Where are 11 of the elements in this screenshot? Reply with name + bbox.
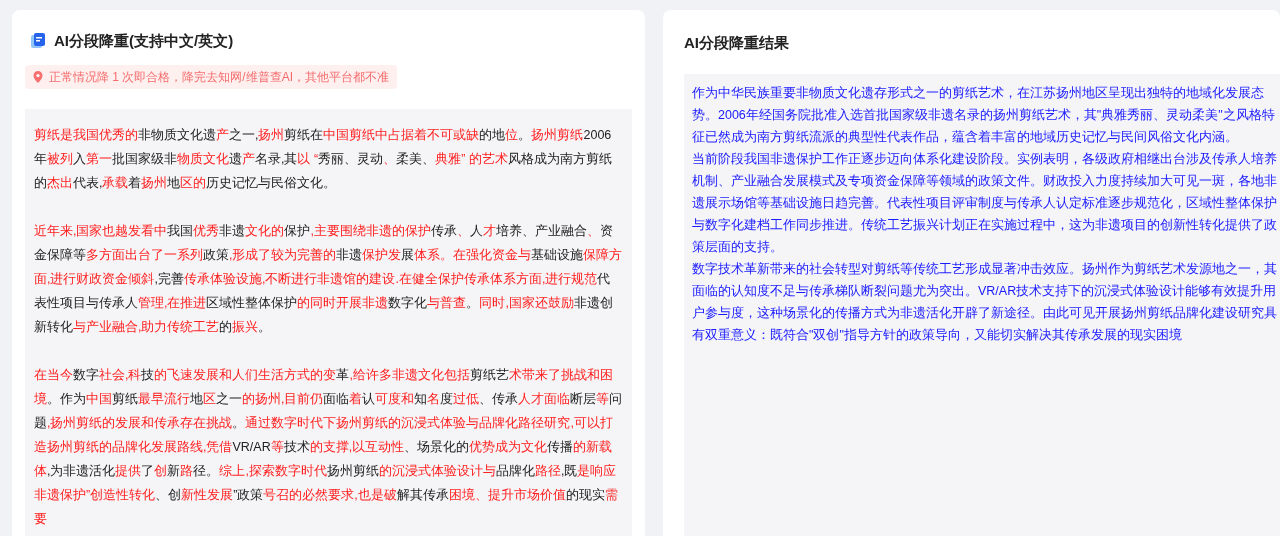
document-icon: [30, 33, 46, 50]
panel-title: AI分段降重结果: [684, 33, 790, 53]
pin-icon: [33, 70, 43, 83]
result-paragraph: 作为中华民族重要非物质文化遗存形式之一的剪纸艺术，在江苏扬州地区呈现出独特的地域化发展态势。2006年经国务院批准入选首批国家级非遗名录的扬州剪纸艺术，其"典雅秀丽、灵动柔美"之风格特征已然成为南方剪纸流派的典型性代表作品，蕴含着丰富的地域历史记忆与民间风俗文化内涵。: [692, 84, 1276, 146]
panel-title: AI分段降重(支持中文/英文): [54, 31, 234, 51]
input-paragraph: 剪纸是我国优秀的非物质文化遗产之一,扬州剪纸在中国剪纸中占据着不可或缺的地位。扬州剪纸2006 年被列入第一批国家级非物质文化遗产名录,其以 “秀丽、灵动、柔美、典雅” 的艺术风格成为南方剪纸的杰出代表,承载着扬州地区的历史记忆与民俗文化。: [34, 126, 613, 192]
result-paragraph: 数字技术革新带来的社会转型对剪纸等传统工艺形成显著冲击效应。扬州作为剪纸艺术发源地之一，其面临的认知度不足与传承梯队断裂问题尤为突出。VR/AR技术支持下的沉浸式体验设计能够有效提升用户参与度，这种场景化的传播方式为非遗活化开辟了新途径。由此可见开展扬州剪纸品牌化建设研究具有双重意义：既符合"双创"指导方针的政策导向，又能切实解决其传承发展的现实困境: [692, 260, 1278, 344]
input-paragraph: 近年来,国家也越发看中我国优秀非遗文化的保护,主要围绕非遗的保护传承、人才培养、产业融合、资金保障等多方面出台了一系列政策,形成了较为完善的非遗保护发展体系。在强化资金与基础设施保障方面,进行财政资金倾斜,完善传承体验设施,不断进行非遗馆的建设.在健全保护传承体系方面,进行规范代表性项目与传承人管理,在推进区域性整体保护的同时开展非遗数字化与普查。同时,国家还鼓励非遗创新转化与产业融合,助力传统工艺的振兴。: [34, 222, 623, 336]
result-paragraph: 当前阶段我国非遗保护工作正逐步迈向体系化建设阶段。实例表明，各级政府相继出台涉及传承人培养机制、产业融合发展模式及专项资金保障等领域的政策文件。财政投入力度持续加大可见一斑，各地非遗展示场馆等基础设施日趋完善。代表性项目评审制度与传承人认定标准逐步规范化，区域性整体保护与数字化建档工作同步推进。传统工艺振兴计划正在实施过程中，这为非遗项目的创新性转化提供了政策层面的支持。: [692, 150, 1278, 256]
input-paragraph: 在当今数字社会,科技的飞速发展和人们生活方式的变革,给许多非遗文化包括剪纸艺术带来了挑战和困境。作为中国剪纸最早流行地区之一的扬州,目前仍面临着认可度和知名度过低、传承人才面临断层等问题,扬州剪纸的发展和传承存在挑战。通过数字时代下扬州剪纸的沉浸式体验与品牌化路径研究,可以打造扬州剪纸的品牌化发展路线,凭借VR/AR等技术的支撑,以互动性、场景化的优势成为文化传播的新载体,为非遗活化提供了创新路径。综上,探索数字时代扬州剪纸的沉浸式体验设计与品牌化路径,既是响应非遗保护”创造性转化、创新性发展”政策号召的必然要求,也是破解其传承困境、提升市场价值的现实需要: [34, 366, 623, 528]
notice-text: 正常情况降 1 次即合格，降完去知网/维普查AI，其他平台都不准: [49, 68, 389, 86]
